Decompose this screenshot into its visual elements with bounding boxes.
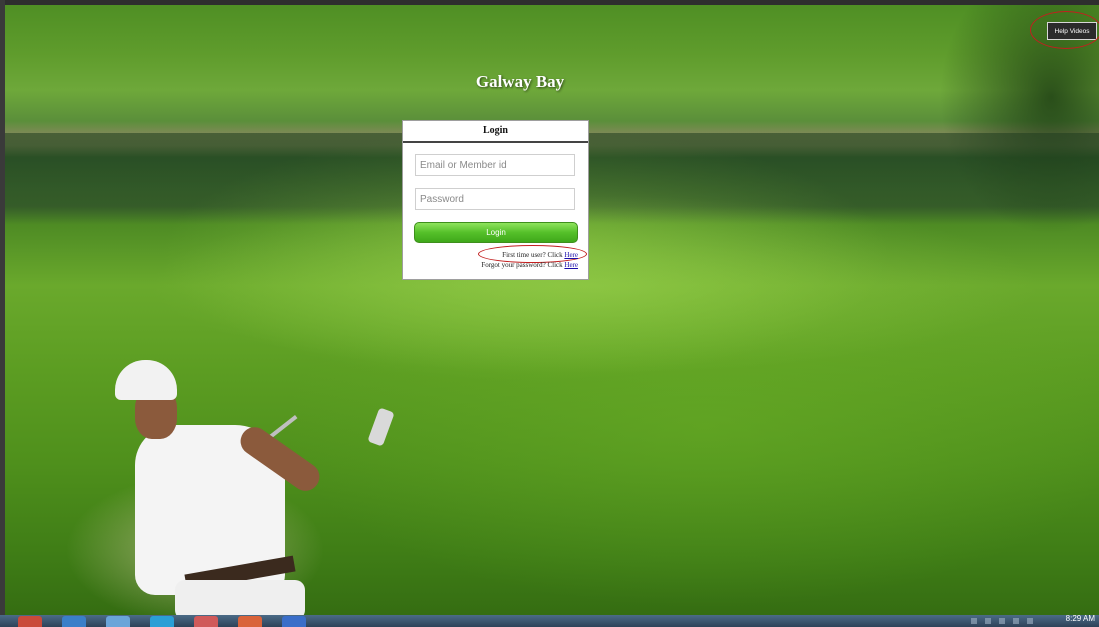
email-field[interactable] <box>415 154 575 176</box>
system-tray-icons[interactable] <box>971 618 1041 624</box>
skype-icon[interactable] <box>150 616 174 627</box>
first-time-user-hint: First time user? Click Here <box>502 251 578 259</box>
browser-icon[interactable] <box>106 616 130 627</box>
golf-course-background <box>5 5 1099 615</box>
window-top-border <box>0 0 1099 5</box>
chrome-icon[interactable] <box>18 616 42 627</box>
site-title: Galway Bay <box>475 72 565 91</box>
login-panel: Login Login First time user? Click Here … <box>402 120 589 280</box>
taskbar-clock[interactable]: 8:29 AM <box>1066 615 1095 623</box>
login-header: Login <box>403 121 588 143</box>
office-icon[interactable] <box>238 616 262 627</box>
golfer-image <box>5 5 1099 615</box>
word-icon[interactable] <box>282 616 306 627</box>
golf-club-head <box>367 407 395 447</box>
outlook-icon[interactable] <box>62 616 86 627</box>
first-time-user-text: First time user? Click <box>502 251 565 259</box>
first-time-user-link[interactable]: Here <box>564 251 578 259</box>
forgot-password-link[interactable]: Here <box>564 261 578 269</box>
annotation-circle-help <box>1030 11 1099 49</box>
golfer-cap <box>115 360 177 400</box>
login-button[interactable]: Login <box>414 222 578 243</box>
forgot-password-text: Forgot your password? Click <box>481 261 565 269</box>
forgot-password-hint: Forgot your password? Click Here <box>481 261 578 269</box>
window-left-border <box>0 0 5 627</box>
golfer-pants <box>175 580 305 615</box>
password-field[interactable] <box>415 188 575 210</box>
screen: Galway Bay Help Videos Login Login First… <box>0 0 1099 627</box>
paint-icon[interactable] <box>194 616 218 627</box>
taskbar: 8:29 AM <box>0 615 1099 627</box>
